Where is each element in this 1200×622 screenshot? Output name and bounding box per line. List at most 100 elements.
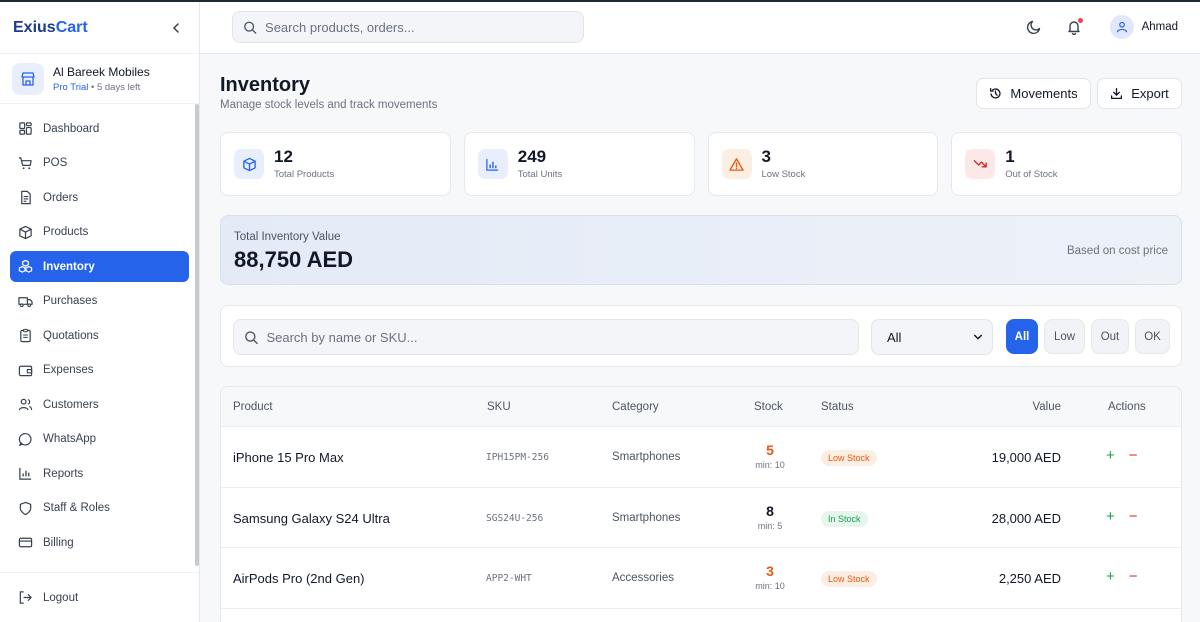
sidebar-item-billing[interactable]: Billing [10,527,189,558]
increase-stock-button[interactable]: + [1106,508,1115,525]
sidebar-item-pos[interactable]: POS [10,148,189,179]
truck-icon [18,296,33,307]
filter-chip-out[interactable]: Out [1091,319,1129,354]
store-switcher[interactable]: Al Bareek Mobiles Pro Trial • 5 days lef… [0,54,199,104]
moon-icon [1026,20,1041,35]
users-icon [18,398,33,411]
table-header: Product SKU Category Stock Status Value … [221,387,1181,427]
sidebar-item-purchases[interactable]: Purchases [10,286,189,317]
sidebar-item-label: Purchases [43,295,98,307]
global-search-input[interactable] [265,19,583,35]
header-product[interactable]: Product [233,401,273,413]
stock-count: 3 [766,563,774,579]
sidebar-item-customers[interactable]: Customers [10,389,189,420]
sidebar-item-whatsapp[interactable]: WhatsApp [10,424,189,455]
cube-icon [234,149,264,179]
filter-chip-ok[interactable]: OK [1135,319,1170,354]
global-search[interactable] [232,11,584,43]
inventory-value-card: Total Inventory Value 88,750 AED Based o… [220,215,1182,285]
logout-button[interactable]: Logout [0,572,199,622]
card-icon [18,537,33,548]
stock-count: 8 [766,502,774,519]
collapse-sidebar-button[interactable] [166,18,186,38]
sidebar-item-expenses[interactable]: Expenses [10,355,189,386]
increase-stock-button[interactable]: + [1106,569,1115,585]
increase-stock-button[interactable]: + [1106,448,1115,464]
decrease-stock-button[interactable]: − [1129,508,1138,525]
movements-button[interactable]: Movements [976,78,1091,109]
stock-min: min: 5 [757,520,783,531]
sidebar-item-dashboard[interactable]: Dashboard [10,113,189,144]
header-value[interactable]: Value [1032,401,1061,413]
sidebar-item-quotations[interactable]: Quotations [10,320,189,351]
stat-label: Total Units [517,169,563,180]
sidebar-item-label: Dashboard [43,122,100,135]
movements-label: Movements [1010,86,1078,101]
brand-logo[interactable]: ExiusCart [13,19,88,37]
chat-icon [18,432,32,446]
sidebar-item-label: Customers [43,398,99,411]
theme-toggle-button[interactable] [1024,17,1044,37]
sidebar-item-inventory[interactable]: Inventory [10,251,189,282]
table-row[interactable]: AirPods Pro (2nd Gen) APP2-WHT Accessori… [221,548,1181,609]
inventory-search[interactable] [233,319,859,355]
logout-label: Logout [43,591,79,604]
store-name: Al Bareek Mobiles [53,64,150,79]
stat-value: 249 [517,147,547,166]
category-select-value: All [887,329,902,345]
stats-row: 12 Total Products 249 Total Units 3 Low Sto… [220,132,1182,196]
stat-label: Low Stock [761,169,806,180]
row-actions: + − [1106,569,1138,585]
sidebar-item-products[interactable]: Products [10,217,189,248]
inventory-search-input[interactable] [266,329,858,345]
row-actions: + − [1106,508,1138,525]
status-cell: Low Stock [821,569,877,587]
filter-bar: All All Low Out OK [220,305,1182,367]
logout-icon [19,591,32,604]
table-row[interactable]: Samsung Galaxy S24 Ultra SGS24U-256 Smar… [221,488,1181,548]
decrease-stock-button[interactable]: − [1129,569,1138,585]
brand-name-part1: Exius [13,18,56,36]
product-name: iPhone 15 Pro Max [233,450,344,465]
inventory-value-note: Based on cost price [1066,245,1168,257]
user-menu[interactable]: Ahmad [1109,15,1178,39]
sidebar-item-reports[interactable]: Reports [10,458,189,489]
notifications-button[interactable] [1064,17,1084,37]
cart-icon [18,156,32,169]
export-button[interactable]: Export [1097,78,1182,109]
status-cell: Low Stock [821,448,877,466]
filter-chip-low[interactable]: Low [1044,319,1085,354]
sidebar-item-label: Billing [43,536,74,549]
plan-badge: Pro Trial [53,81,89,93]
sidebar-item-staff-roles[interactable]: Staff & Roles [10,493,189,524]
product-name: Samsung Galaxy S24 Ultra [233,510,390,526]
header-category[interactable]: Category [612,401,659,413]
clipboard-icon [20,328,31,343]
product-category: Accessories [612,572,674,584]
inventory-value-label: Total Inventory Value [234,231,341,243]
product-value: 28,000 AED [991,510,1061,526]
stock-cell: 8 min: 5 [741,503,799,531]
inventory-table: Product SKU Category Stock Status Value … [220,386,1182,622]
filter-chip-all[interactable]: All [1006,319,1038,354]
category-select[interactable]: All [871,319,993,355]
table-row[interactable]: iPhone 15 Pro Max IPH15PM-256 Smartphone… [221,427,1181,488]
avatar [1109,15,1134,39]
sidebar-item-orders[interactable]: Orders [10,182,189,213]
header-stock[interactable]: Stock [754,401,783,413]
inventory-value-amount: 88,750 AED [234,247,354,272]
warning-icon [721,149,752,179]
decrease-stock-button[interactable]: − [1129,448,1138,464]
header-actions: Actions [1108,401,1146,413]
stock-cell: 5 min: 10 [741,442,799,470]
header-sku[interactable]: SKU [487,401,511,413]
chevron-down-icon [973,334,983,340]
stat-card-low-stock: 3 Low Stock [707,132,939,196]
page-subtitle: Manage stock levels and track movements [220,99,438,111]
header-status[interactable]: Status [821,401,854,413]
product-sku: IPH15PM-256 [486,452,549,463]
product-value: 2,250 AED [998,571,1061,586]
stat-card-total-units: 249 Total Units [463,132,695,196]
chevron-left-icon [172,22,179,33]
sidebar-scrollbar[interactable] [195,104,199,566]
